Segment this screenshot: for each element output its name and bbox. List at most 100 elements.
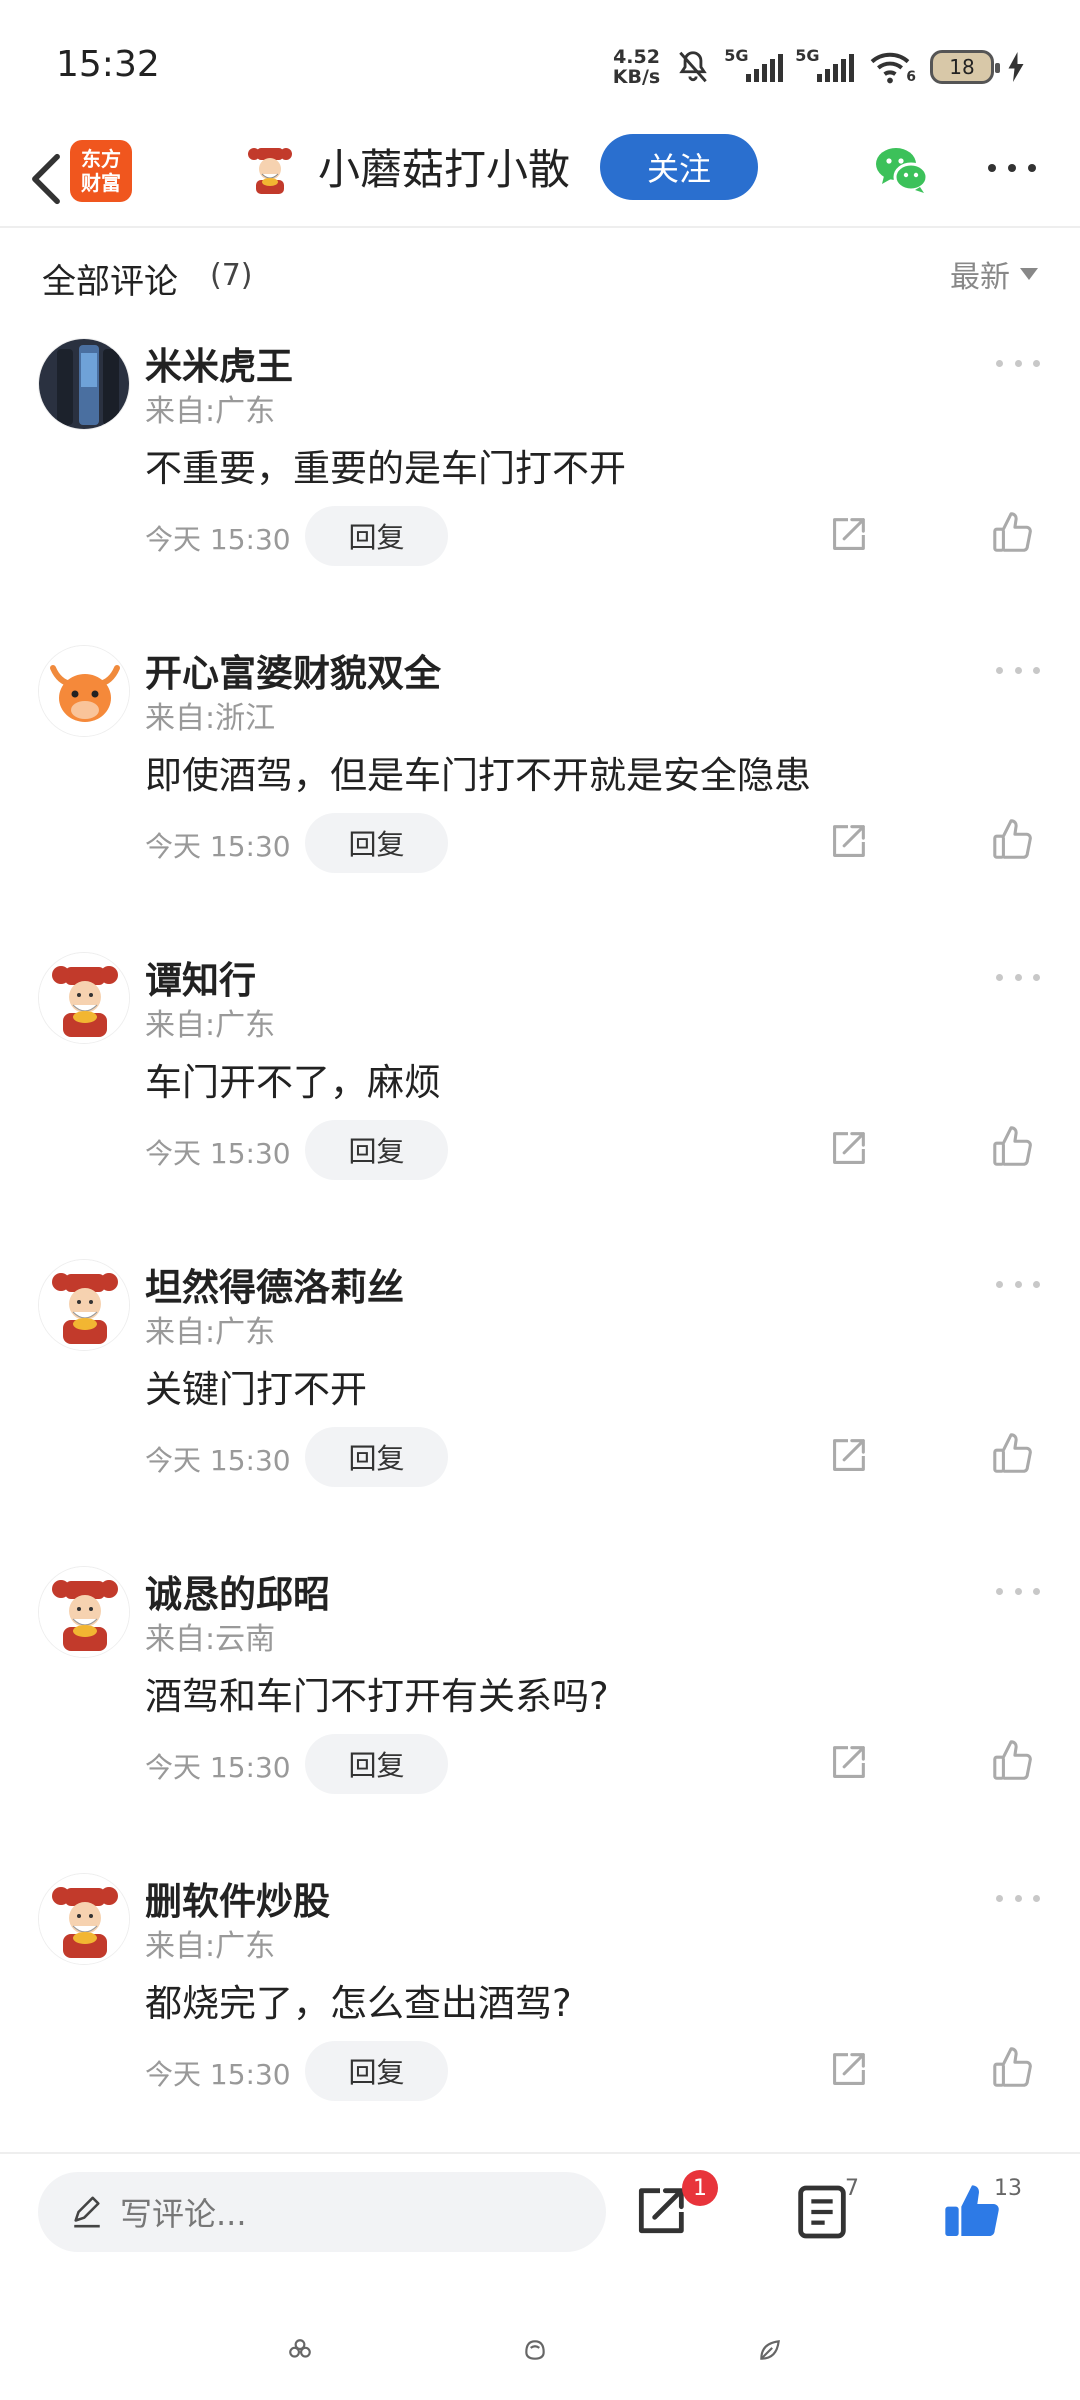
divider <box>0 2152 1080 2154</box>
comment-share-button[interactable] <box>825 1740 871 1786</box>
comment-text: 即使酒驾，但是车门打不开就是安全隐患 <box>145 754 811 797</box>
comment-share-button[interactable] <box>825 1433 871 1479</box>
thumbs-up-icon <box>993 2047 1032 2087</box>
mute-bell-icon <box>674 48 712 86</box>
recent-apps-button[interactable] <box>280 2330 320 2370</box>
fortune-god-icon <box>243 143 297 197</box>
user-avatar[interactable] <box>38 645 130 737</box>
more-options-button[interactable] <box>982 148 1042 188</box>
reply-button[interactable]: 回复 <box>305 1427 448 1487</box>
reply-button[interactable]: 回复 <box>305 506 448 566</box>
comment-share-button[interactable] <box>825 819 871 865</box>
comment-item: 删软件炒股 来自:广东 都烧完了，怎么查出酒驾? 今天 15:30 回复 <box>0 1865 1080 2172</box>
comment-like-button[interactable] <box>990 817 1036 863</box>
app-logo[interactable]: 东方 财富 <box>70 140 132 202</box>
dot-icon <box>1014 1894 1022 1902</box>
comment-like-button[interactable] <box>990 1124 1036 1170</box>
back-button[interactable] <box>16 144 76 214</box>
user-avatar[interactable] <box>38 338 130 430</box>
dot-icon <box>1014 1280 1022 1288</box>
fortune-god-icon <box>39 1260 129 1350</box>
dot-icon <box>1033 1894 1040 1902</box>
divider <box>0 226 1080 228</box>
author-avatar[interactable] <box>242 142 298 198</box>
comment-input[interactable]: 写评论... <box>38 2172 606 2252</box>
comments-count-badge: 7 <box>845 2176 859 2201</box>
user-avatar[interactable] <box>38 1566 130 1658</box>
reply-button[interactable]: 回复 <box>305 1120 448 1180</box>
home-button[interactable] <box>515 2330 555 2370</box>
battery-level: 18 <box>949 55 975 79</box>
back-nav-button[interactable] <box>750 2330 790 2370</box>
comment-more-button[interactable] <box>996 356 1040 370</box>
user-photo-icon <box>39 339 129 429</box>
likes-count: 13 <box>994 2176 1022 2201</box>
comment-like-button[interactable] <box>990 1431 1036 1477</box>
comment-more-button[interactable] <box>996 1584 1040 1598</box>
comment-like-button[interactable] <box>990 510 1036 556</box>
comment-like-button[interactable] <box>990 2045 1036 2091</box>
user-avatar[interactable] <box>38 952 130 1044</box>
comment-more-button[interactable] <box>996 663 1040 677</box>
fortune-god-icon <box>39 953 129 1043</box>
commenter-name[interactable]: 谭知行 <box>145 950 256 1004</box>
comment-share-button[interactable] <box>825 2047 871 2093</box>
comment-more-button[interactable] <box>996 1891 1040 1905</box>
user-avatar[interactable] <box>38 1259 130 1351</box>
comments-header: 全部评论 (7) 最新 <box>0 240 1080 310</box>
commenter-name[interactable]: 米米虎王 <box>145 336 293 390</box>
comment-time: 今天 15:30 <box>145 1137 291 1170</box>
home-blob-icon <box>525 2340 545 2360</box>
comment-more-button[interactable] <box>996 970 1040 984</box>
commenter-name[interactable]: 诚恳的邱昭 <box>145 1564 330 1618</box>
comment-more-button[interactable] <box>996 1277 1040 1291</box>
wifi-label: 6 <box>906 69 916 85</box>
network-speed-unit: KB/s <box>612 66 661 88</box>
dot-icon <box>996 1280 1003 1288</box>
flower-icon <box>289 2339 311 2358</box>
share-icon <box>833 1746 865 1778</box>
leaf-icon <box>760 2340 780 2360</box>
commenter-name[interactable]: 坦然得德洛莉丝 <box>145 1257 404 1311</box>
comment-time: 今天 15:30 <box>145 1444 291 1477</box>
chevron-left-icon <box>32 153 60 205</box>
comment-share-button[interactable] <box>825 1126 871 1172</box>
dot-icon <box>996 1894 1003 1902</box>
pencil-icon <box>74 2196 100 2228</box>
dot-icon <box>996 1587 1003 1595</box>
comment-input-placeholder: 写评论... <box>120 2195 247 2233</box>
author-name[interactable]: 小蘑菇打小散 <box>318 138 570 202</box>
comment-time: 今天 15:30 <box>145 1751 291 1784</box>
follow-button[interactable]: 关注 <box>600 134 758 200</box>
comment-like-button[interactable] <box>990 1738 1036 1784</box>
dot-icon <box>1033 973 1040 981</box>
commenter-location: 来自:广东 <box>145 1008 276 1043</box>
wechat-icon <box>876 148 929 193</box>
reply-button[interactable]: 回复 <box>305 1734 448 1794</box>
dot-icon <box>1033 666 1040 674</box>
dot-icon <box>1028 164 1036 172</box>
commenter-location: 来自:广东 <box>145 394 276 429</box>
wifi-icon: 6 <box>868 49 916 85</box>
thumbs-up-icon <box>993 1433 1032 1473</box>
fortune-god-icon <box>39 1567 129 1657</box>
user-avatar[interactable] <box>38 1873 130 1965</box>
status-time: 15:32 <box>56 44 160 85</box>
wechat-share-button[interactable] <box>872 140 932 200</box>
dot-icon <box>1033 359 1040 367</box>
commenter-name[interactable]: 删软件炒股 <box>145 1871 330 1925</box>
comment-text: 都烧完了，怎么查出酒驾? <box>145 1982 572 2025</box>
reply-button[interactable]: 回复 <box>305 813 448 873</box>
reply-button[interactable]: 回复 <box>305 2041 448 2101</box>
commenter-name[interactable]: 开心富婆财貌双全 <box>145 643 441 697</box>
comment-share-button[interactable] <box>825 512 871 558</box>
signal-sim1-icon: 5G <box>724 46 784 82</box>
network-speed: 4.52 KB/s <box>613 47 660 87</box>
dot-icon <box>1014 666 1022 674</box>
comment-text: 不重要，重要的是车门打不开 <box>145 447 626 490</box>
charging-icon <box>1008 52 1024 82</box>
ox-icon <box>39 646 129 736</box>
sort-label: 最新 <box>950 260 1010 295</box>
fortune-god-icon <box>39 1874 129 1964</box>
sort-dropdown[interactable]: 最新 <box>950 252 1038 296</box>
